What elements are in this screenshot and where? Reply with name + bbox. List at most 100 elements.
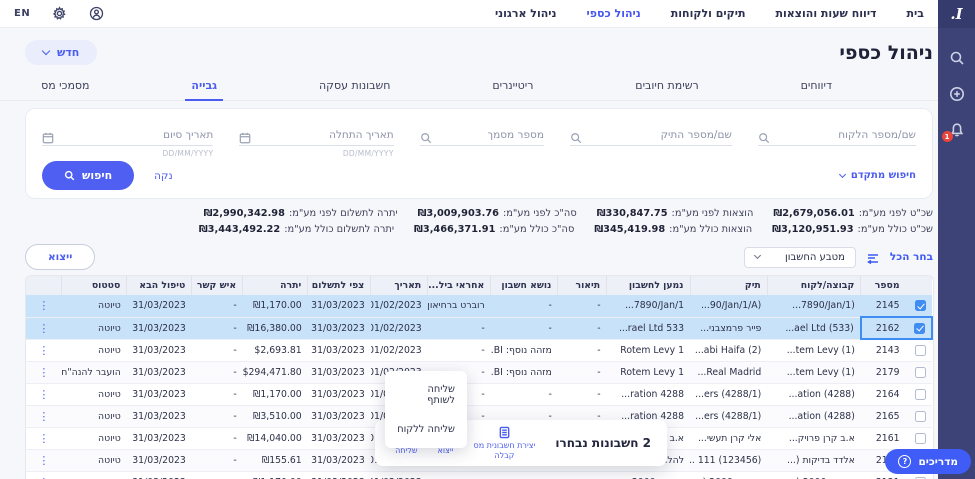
- cell-file[interactable]: ...ers (4288/1): [695, 389, 761, 400]
- cell-group-client[interactable]: ...tem Levy (1): [787, 345, 855, 356]
- cell-balance: $2,693.81: [254, 345, 301, 356]
- create-tax-invoice-action[interactable]: יצירת חשבונית מס קבלה: [473, 426, 535, 461]
- filter-lines-icon[interactable]: [866, 250, 880, 264]
- col-group-client[interactable]: קבוצה/לקוח: [767, 276, 861, 295]
- tab[interactable]: רשימת חיובים: [629, 75, 704, 100]
- user-profile-icon[interactable]: [89, 6, 104, 21]
- col-invoice-recipient[interactable]: נמען לחשבון: [607, 276, 690, 295]
- row-menu-kebab-icon[interactable]: [26, 427, 62, 449]
- cell-file[interactable]: פייר פרמצבני...: [700, 323, 761, 334]
- search-button[interactable]: חיפוש: [42, 161, 134, 190]
- cell-group-client[interactable]: ...tem Levy (1): [787, 367, 855, 378]
- select-all-link[interactable]: בחר הכל: [890, 251, 933, 263]
- col-date[interactable]: תאריך: [371, 276, 428, 295]
- tab[interactable]: גבייה: [185, 75, 223, 101]
- col-account-subject[interactable]: נושא חשבון: [491, 276, 558, 295]
- tab[interactable]: מסמכי מס: [35, 75, 95, 100]
- cell-next-treatment: 31/03/2023: [127, 295, 192, 317]
- cell-contact: -: [192, 361, 243, 383]
- cell-group-client[interactable]: ...ael Ltd (533): [785, 323, 854, 334]
- col-next-treatment[interactable]: טיפול הבא: [127, 276, 192, 295]
- table-row[interactable]: 2143 ...tem Levy (1) ...abi Haifa (2) Ro…: [26, 339, 932, 361]
- nav-item[interactable]: תיקים ולקוחות: [671, 7, 746, 20]
- col-description[interactable]: תיאור: [558, 276, 607, 295]
- col-number[interactable]: מספר: [861, 276, 906, 295]
- guides-button[interactable]: מדריכים ?: [885, 449, 971, 474]
- row-checkbox[interactable]: [914, 323, 925, 334]
- col-file[interactable]: תיק: [690, 276, 767, 295]
- nav-item[interactable]: בית: [907, 7, 924, 20]
- cell-file[interactable]: ...abi Haifa (2): [695, 345, 761, 356]
- search-field: DD/MM/YYYY: [42, 122, 213, 157]
- gear-icon[interactable]: [52, 6, 67, 21]
- row-checkbox[interactable]: [915, 345, 926, 356]
- date-format-hint: [570, 149, 732, 157]
- app-logo[interactable]: I.: [938, 0, 975, 28]
- cell-file[interactable]: ...90/Jan/1/A): [701, 300, 761, 311]
- row-menu-kebab-icon[interactable]: [26, 317, 62, 339]
- row-menu-kebab-icon[interactable]: [26, 383, 62, 405]
- main-nav: בית דיווח שעות והוצאות תיקים ולקוחות ניהול …: [495, 7, 924, 20]
- new-button[interactable]: חדש: [25, 40, 97, 65]
- tab[interactable]: חשבונות עסקה: [313, 75, 396, 100]
- tab[interactable]: דיווחים: [795, 75, 838, 100]
- advanced-search-link[interactable]: חיפוש מתקדם: [840, 170, 916, 181]
- cell-expected-payment: 31/03/2023: [308, 405, 371, 427]
- nav-item[interactable]: ניהול ארגוני: [495, 7, 557, 20]
- search-icon[interactable]: [949, 50, 965, 66]
- cell-file[interactable]: ... 111 (123456): [690, 455, 761, 466]
- row-menu-kebab-icon[interactable]: [26, 295, 62, 317]
- calendar-icon[interactable]: [239, 129, 251, 141]
- cell-next-treatment: 31/03/2023: [127, 361, 192, 383]
- col-contact[interactable]: איש קשר: [192, 276, 243, 295]
- table-row[interactable]: 2162 ...ael Ltd (533) פייר פרמצבני... ..…: [26, 317, 932, 339]
- table-header: מספר קבוצה/לקוח תיק נמען לחשבון תיאור נו…: [26, 276, 932, 295]
- menu-item-send-to-partner[interactable]: שליחה לשותף: [385, 375, 467, 415]
- table-row[interactable]: 2121 אשדוד 2000 (... אשדוד 2000 (... אשד…: [26, 471, 932, 479]
- col-billing-responsible[interactable]: אחראי ביל...: [428, 276, 491, 295]
- cell-group-client[interactable]: ...ation (4288): [789, 411, 855, 422]
- cell-contact: -: [192, 427, 243, 449]
- notifications-bell-icon[interactable]: 1: [949, 122, 965, 138]
- summary-item: יתרה לתשלום לפני מע"מ: ₪2,990,342.98: [204, 206, 398, 222]
- table-row[interactable]: 2179 ...tem Levy (1) ...Real Madrid Rote…: [26, 361, 932, 383]
- row-menu-kebab-icon[interactable]: [26, 405, 62, 427]
- clear-button[interactable]: נקה: [154, 170, 173, 182]
- row-checkbox[interactable]: [915, 411, 926, 422]
- selected-count: 2 חשבונות נבחרו: [555, 436, 651, 450]
- cell-group-client[interactable]: א.ב קרן פרויק...: [789, 433, 855, 444]
- cell-group-client[interactable]: ...ation (4288): [789, 389, 855, 400]
- cell-group-client[interactable]: אלדד בדיקות (...: [787, 455, 855, 466]
- row-menu-kebab-icon[interactable]: [26, 449, 62, 471]
- col-expected-payment[interactable]: צפי לתשלום: [308, 276, 371, 295]
- search-input[interactable]: [251, 129, 393, 141]
- calendar-icon[interactable]: [42, 129, 54, 141]
- nav-item[interactable]: ניהול כספי: [587, 7, 641, 20]
- search-input[interactable]: [770, 129, 916, 141]
- row-checkbox[interactable]: [915, 389, 926, 400]
- cell-file[interactable]: אלי קרן תעשי...: [698, 433, 761, 444]
- row-checkbox[interactable]: [915, 433, 926, 444]
- row-checkbox[interactable]: [915, 300, 926, 311]
- row-checkbox[interactable]: [915, 367, 926, 378]
- search-input[interactable]: [432, 129, 544, 141]
- nav-item[interactable]: דיווח שעות והוצאות: [776, 7, 877, 20]
- row-menu-kebab-icon[interactable]: [26, 471, 62, 479]
- cell-file[interactable]: ...Real Madrid: [697, 367, 761, 378]
- tab[interactable]: ריטיינרים: [486, 75, 539, 100]
- search-input[interactable]: [54, 129, 213, 141]
- cell-file[interactable]: ...ers (4288/1): [695, 411, 761, 422]
- add-circle-icon[interactable]: [949, 86, 965, 102]
- col-status[interactable]: סטטוס: [62, 276, 127, 295]
- menu-item-send-to-client[interactable]: שליחה ללקוח: [385, 415, 467, 444]
- search-input[interactable]: [582, 129, 732, 141]
- account-currency-dropdown[interactable]: מטבע החשבון: [744, 247, 856, 268]
- language-switch[interactable]: EN: [14, 8, 30, 19]
- table-row[interactable]: 2164 ...ation (4288) ...ers (4288/1) ...…: [26, 383, 932, 405]
- cell-group-client[interactable]: ...7890/Jan/1): [792, 300, 855, 311]
- row-menu-kebab-icon[interactable]: [26, 339, 62, 361]
- export-button[interactable]: ייצוא: [25, 244, 95, 270]
- col-balance[interactable]: יתרה: [243, 276, 308, 295]
- row-menu-kebab-icon[interactable]: [26, 361, 62, 383]
- table-row[interactable]: 2145 ...7890/Jan/1) ...90/Jan/1/A) ...78…: [26, 295, 932, 317]
